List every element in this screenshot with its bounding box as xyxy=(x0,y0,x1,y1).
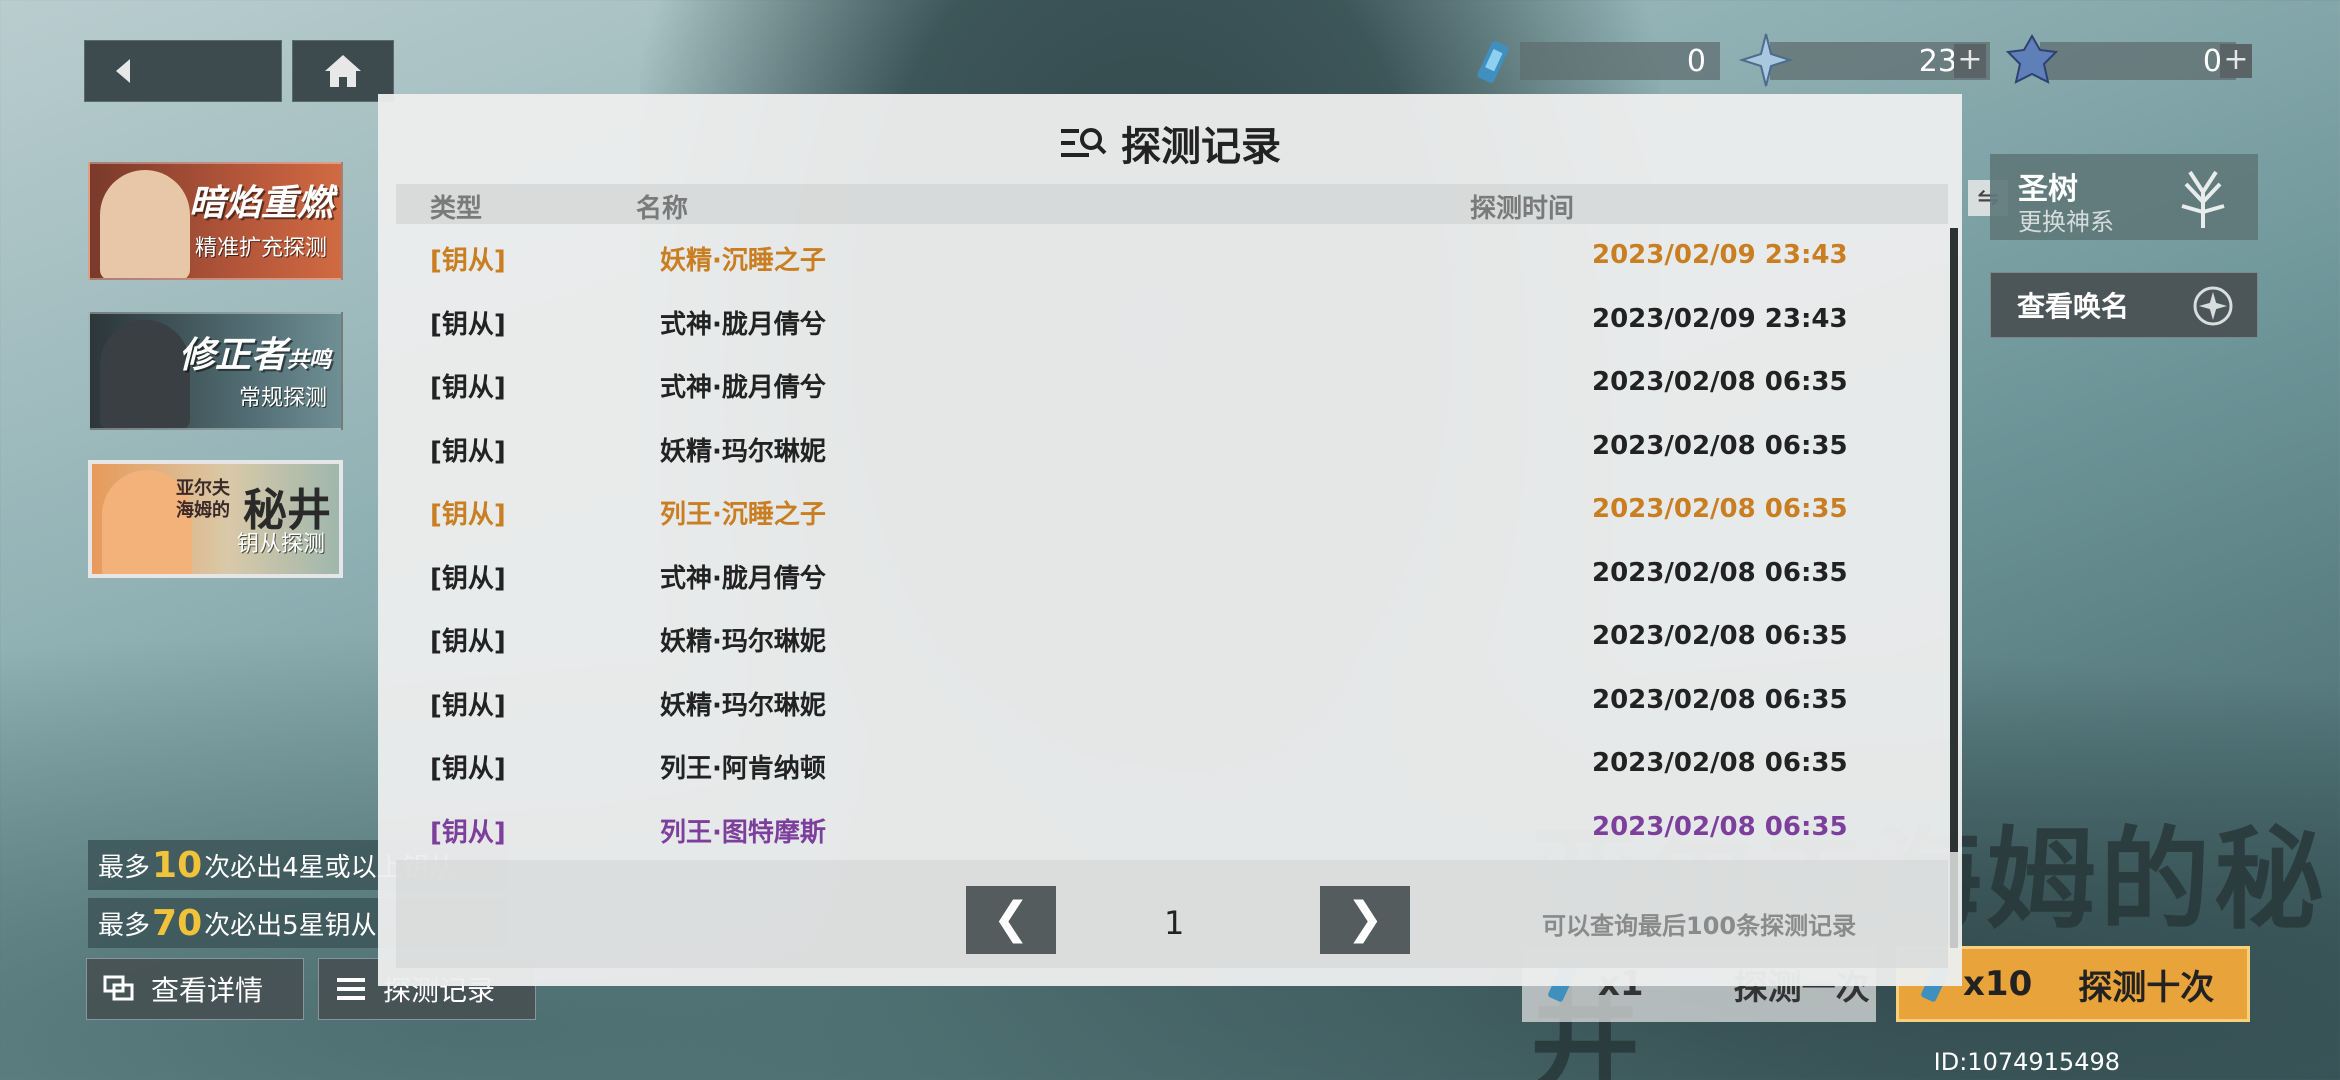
view-names-label: 查看唤名 xyxy=(2017,290,2130,323)
back-arrow-icon xyxy=(116,59,130,83)
pity-prefix: 最多 xyxy=(98,910,151,941)
header-time: 探测时间 xyxy=(1470,194,1575,224)
record-name: 妖精·玛尔琳妮 xyxy=(660,627,826,657)
record-row: [钥从] 列王·沉睡之子 2023/02/08 06:35 xyxy=(378,478,1962,541)
pull-ten-label: 探测十次 xyxy=(2078,967,2215,1008)
record-type: [钥从] xyxy=(430,500,506,530)
record-type: [钥从] xyxy=(430,817,506,848)
banner-character-portrait xyxy=(100,170,190,278)
back-button[interactable] xyxy=(84,40,282,102)
pull-ten-count: x10 xyxy=(1963,964,2033,1004)
record-time: 2023/02/08 06:35 xyxy=(1592,811,1848,842)
tree-icon xyxy=(2181,170,2225,228)
banner-title-suffix: 共鸣 xyxy=(286,348,331,373)
record-time: 2023/02/08 06:35 xyxy=(1592,684,1848,715)
user-id: ID:1074915498 xyxy=(1933,1048,2120,1076)
banner-title-main: 修正者 xyxy=(178,335,287,376)
record-row: [钥从] 妖精·玛尔琳妮 2023/02/08 06:35 xyxy=(378,669,1962,732)
record-row: [钥从] 式神·胧月倩兮 2023/02/09 23:43 xyxy=(378,288,1962,351)
tree-switch-card[interactable]: 圣树 更换神系 xyxy=(1990,154,2258,240)
view-details-button[interactable]: 查看详情 xyxy=(86,958,304,1020)
record-type: [钥从] xyxy=(430,436,506,467)
record-name: 列王·沉睡之子 xyxy=(660,500,826,530)
record-time: 2023/02/08 06:35 xyxy=(1592,430,1848,461)
record-name: 妖精·玛尔琳妮 xyxy=(660,436,826,467)
crystal-star-icon xyxy=(1738,33,1794,87)
modal-title-text: 探测记录 xyxy=(1121,124,1281,170)
page-number: 1 xyxy=(1164,904,1185,942)
banner-subtitle: 精准扩充探测 xyxy=(194,236,327,261)
record-time: 2023/02/08 06:35 xyxy=(1592,494,1848,524)
home-button[interactable] xyxy=(292,40,394,102)
list-icon xyxy=(337,978,365,1000)
currency-ticket: 0 xyxy=(1520,42,1720,80)
record-type: [钥从] xyxy=(430,754,506,784)
record-name: 妖精·玛尔琳妮 xyxy=(660,690,826,721)
banner-corrector[interactable]: 修正者共鸣 常规探测 xyxy=(88,312,343,430)
pity-suffix: 次必出5星钥从 xyxy=(204,910,377,941)
record-type: [钥从] xyxy=(430,563,506,594)
banner-subtitle: 钥从探测 xyxy=(236,532,325,557)
scrollbar-thumb[interactable] xyxy=(1950,228,1958,852)
header-type: 类型 xyxy=(430,194,483,224)
home-icon xyxy=(325,55,361,87)
record-row: [钥从] 式神·胧月倩兮 2023/02/08 06:35 xyxy=(378,351,1962,414)
record-row: [钥从] 式神·胧月倩兮 2023/02/08 06:35 xyxy=(378,542,1962,605)
compass-icon xyxy=(2193,286,2233,326)
record-time: 2023/02/08 06:35 xyxy=(1592,621,1848,651)
banner-dark-flame[interactable]: 暗焰重燃 精准扩充探测 xyxy=(88,162,343,280)
record-type: [钥从] xyxy=(430,373,506,403)
banner-title-small: 亚尔夫海姆的 xyxy=(176,478,230,521)
record-time: 2023/02/09 23:43 xyxy=(1592,303,1848,334)
record-type: [钥从] xyxy=(430,246,506,276)
pity-count: 10 xyxy=(152,844,203,886)
record-row: [钥从] 列王·图特摩斯 2023/02/08 06:35 xyxy=(378,796,1962,859)
tree-subtitle: 更换神系 xyxy=(2018,208,2114,236)
banner-subtitle: 常规探测 xyxy=(238,386,327,411)
banner-secret-well[interactable]: 亚尔夫海姆的 秘井 钥从探测 xyxy=(88,460,343,578)
record-row: [钥从] 妖精·玛尔琳妮 2023/02/08 06:35 xyxy=(378,415,1962,478)
view-details-label: 查看详情 xyxy=(151,974,264,1007)
record-name: 式神·胧月倩兮 xyxy=(660,309,826,340)
search-list-icon xyxy=(1061,128,1107,157)
record-row: [钥从] 妖精·沉睡之子 2023/02/09 23:43 xyxy=(378,224,1962,287)
banner-title: 暗焰重燃 xyxy=(188,183,333,224)
records-modal: 探测记录 类型 名称 探测时间 [钥从] 妖精·沉睡之子 2023/02/09 23… xyxy=(378,94,1962,986)
record-time: 2023/02/08 06:35 xyxy=(1592,748,1848,778)
record-name: 妖精·沉睡之子 xyxy=(660,246,826,276)
record-row: [钥从] 妖精·玛尔琳妮 2023/02/08 06:35 xyxy=(378,605,1962,668)
add-crystal-star-button[interactable]: + xyxy=(1954,44,1986,78)
record-name: 列王·阿肯纳顿 xyxy=(660,754,826,784)
pagination: ❮ 1 ❯ 可以查询最后100条探测记录 xyxy=(396,860,1948,968)
header-name: 名称 xyxy=(636,194,689,224)
record-time: 2023/02/08 06:35 xyxy=(1592,367,1848,397)
record-time: 2023/02/09 23:43 xyxy=(1592,240,1848,270)
record-type: [钥从] xyxy=(430,627,506,657)
records-limit-note: 可以查询最后100条探测记录 xyxy=(1542,912,1857,940)
details-icon xyxy=(103,975,134,1001)
banner-title: 修正者共鸣 xyxy=(179,326,331,378)
currency-ticket-value: 0 xyxy=(1686,43,1706,79)
record-type: [钥从] xyxy=(430,309,506,340)
record-name: 式神·胧月倩兮 xyxy=(660,563,826,594)
pity-prefix: 最多 xyxy=(98,852,151,883)
modal-title: 探测记录 xyxy=(378,114,1962,172)
crystal-flower-icon xyxy=(2005,33,2059,84)
prev-page-button[interactable]: ❮ xyxy=(966,886,1056,954)
next-page-button[interactable]: ❯ xyxy=(1320,886,1410,954)
record-name: 式神·胧月倩兮 xyxy=(660,373,826,403)
currency-crystal-flower: 0 xyxy=(2040,42,2236,80)
banner-character-portrait xyxy=(100,320,190,428)
record-time: 2023/02/08 06:35 xyxy=(1592,557,1848,588)
ticket-icon xyxy=(1477,41,1509,83)
add-crystal-flower-button[interactable]: + xyxy=(2220,44,2252,78)
table-header: 类型 名称 探测时间 xyxy=(396,184,1948,224)
view-names-button[interactable]: 查看唤名 xyxy=(1990,272,2258,338)
record-type: [钥从] xyxy=(430,690,506,721)
record-row: [钥从] 列王·阿肯纳顿 2023/02/08 06:35 xyxy=(378,732,1962,795)
record-name: 列王·图特摩斯 xyxy=(660,817,826,848)
pity-count: 70 xyxy=(152,902,203,944)
